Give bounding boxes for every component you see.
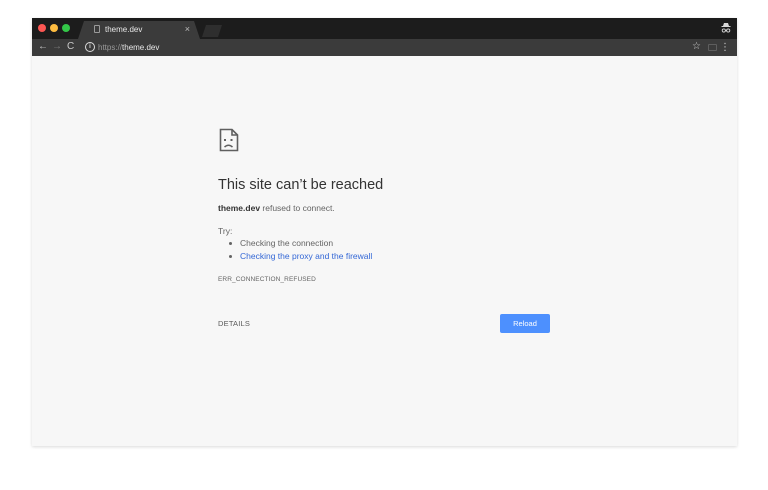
tab-title: theme.dev: [105, 25, 143, 34]
incognito-icon[interactable]: [721, 22, 731, 34]
try-label: Try:: [218, 226, 233, 236]
suggestion-check-proxy-link[interactable]: Checking the proxy and the firewall: [229, 250, 372, 263]
error-summary-text: refused to connect.: [260, 203, 335, 213]
tab-strip: theme.dev ×: [32, 18, 737, 39]
tab-theme-dev[interactable]: theme.dev ×: [78, 21, 200, 39]
reload-button[interactable]: C: [67, 41, 74, 53]
page-icon: [94, 25, 100, 33]
back-button[interactable]: ←: [38, 41, 48, 53]
page-title: This site can’t be reached: [218, 177, 384, 193]
sad-page-icon: [219, 128, 239, 152]
error-summary: theme.dev refused to connect.: [218, 202, 335, 214]
minimize-window-button[interactable]: [50, 24, 58, 32]
cast-icon[interactable]: [708, 44, 717, 51]
reload-page-button[interactable]: Reload: [500, 314, 550, 333]
tab-close-icon[interactable]: ×: [185, 24, 190, 34]
suggestion-check-connection: Checking the connection: [229, 237, 372, 250]
details-button[interactable]: DETAILS: [218, 319, 250, 329]
close-window-button[interactable]: [38, 24, 46, 32]
menu-button[interactable]: ⋮: [720, 42, 730, 53]
forward-button[interactable]: →: [52, 41, 62, 53]
url-text[interactable]: https://theme.dev: [98, 42, 159, 53]
zoom-window-button[interactable]: [62, 24, 70, 32]
error-host: theme.dev: [218, 203, 261, 213]
url-scheme: https://: [98, 43, 123, 52]
browser-window: theme.dev × ← → C i https://theme.dev ☆ …: [32, 18, 737, 446]
bookmark-star-icon[interactable]: ☆: [692, 41, 701, 53]
suggestion-list: Checking the connection Checking the pro…: [229, 237, 372, 263]
new-tab-button[interactable]: [202, 25, 222, 37]
page-content: This site can’t be reached theme.dev ref…: [32, 56, 737, 446]
error-code: ERR_CONNECTION_REFUSED: [218, 276, 316, 283]
info-icon[interactable]: i: [85, 42, 95, 52]
url-host: theme.dev: [122, 43, 160, 52]
toolbar: ← → C i https://theme.dev ☆ ⋮: [32, 39, 737, 56]
address-bar[interactable]: i https://theme.dev: [82, 41, 700, 54]
